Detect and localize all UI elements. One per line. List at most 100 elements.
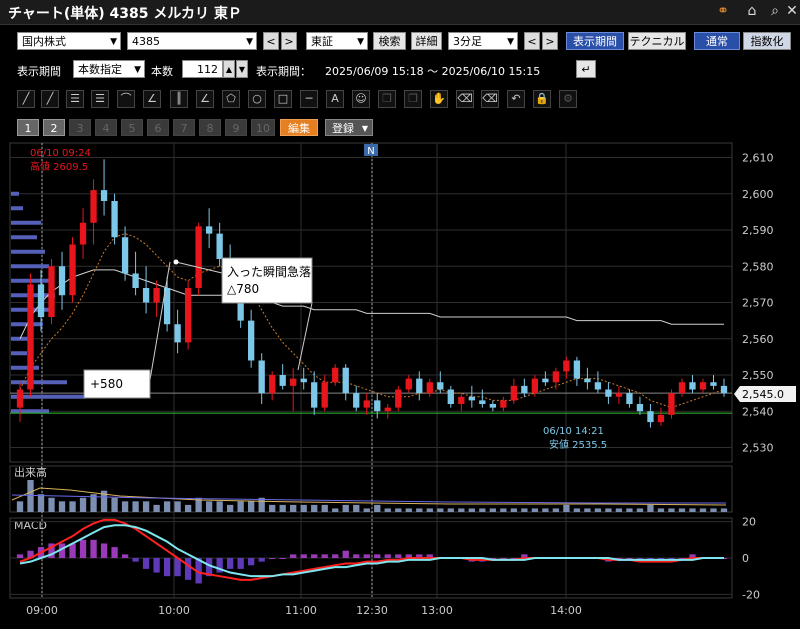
pentagon-tool-icon[interactable]: ⬠ <box>222 90 240 108</box>
candle-body <box>384 407 391 412</box>
candle-body <box>374 400 381 412</box>
prev-interval-button[interactable]: < <box>524 32 540 50</box>
eraser-tool-icon[interactable]: ⌫ <box>456 90 474 108</box>
macd-histogram-bar <box>416 554 423 558</box>
volume-bar <box>184 504 192 512</box>
candle-body <box>27 284 34 390</box>
index-button[interactable]: 指数化 <box>743 32 791 50</box>
volume-bar <box>353 504 360 512</box>
mode-select[interactable]: 本数指定 ▼ <box>73 60 145 78</box>
page-4-button[interactable]: 4 <box>95 119 117 136</box>
undo-tool-icon[interactable]: ↶ <box>507 90 525 108</box>
volume-bar <box>447 508 454 512</box>
page-5-button[interactable]: 5 <box>121 119 143 136</box>
prev-code-button[interactable]: < <box>263 32 279 50</box>
count-stepper-down[interactable]: ▼ <box>236 60 248 78</box>
icon-tool-icon[interactable]: ☺ <box>352 90 370 108</box>
news-marker-label: N <box>367 146 374 157</box>
macd-histogram-bar <box>552 558 560 559</box>
macd-histogram-bar <box>16 554 24 558</box>
macd-histogram-bar <box>426 554 433 558</box>
candle-body <box>237 291 244 321</box>
macd-histogram-bar <box>258 558 265 562</box>
page-7-button[interactable]: 7 <box>173 119 195 136</box>
candle-body <box>395 389 402 408</box>
hline-tool-icon[interactable]: ─ <box>300 90 318 108</box>
macd-y-tick-label: -20 <box>742 588 760 601</box>
y-tick-label: 2,600 <box>742 188 774 201</box>
volume-profile-bar <box>11 293 55 298</box>
page-1-button[interactable]: 1 <box>17 119 39 136</box>
macd-line <box>19 518 724 581</box>
volume-bar <box>699 508 707 512</box>
normal-button[interactable]: 通常 <box>694 32 740 50</box>
hlines-tool-icon[interactable]: ☰ <box>66 90 84 108</box>
macd-histogram-bar <box>384 554 391 558</box>
volume-bar <box>332 508 339 512</box>
paste-tool-icon[interactable]: ❐ <box>404 90 422 108</box>
page-10-button[interactable]: 10 <box>251 119 275 136</box>
reset-icon[interactable]: ↵ <box>576 60 596 78</box>
copy-tool-icon[interactable]: ❐ <box>378 90 396 108</box>
search-button[interactable]: 検索 <box>373 32 406 50</box>
volume-profile-bar <box>11 220 41 225</box>
market-select[interactable]: 国内株式 ▼ <box>17 32 121 50</box>
lock-tool-icon[interactable]: 🔒 <box>533 90 551 108</box>
angle-tool-icon[interactable]: ∠ <box>196 90 214 108</box>
line-tool-icon[interactable]: ╱ <box>17 90 35 108</box>
volume-bar <box>153 504 160 512</box>
page-2-button[interactable]: 2 <box>43 119 65 136</box>
candle-body <box>279 375 286 386</box>
page-6-button[interactable]: 6 <box>147 119 169 136</box>
candle-body <box>174 324 181 343</box>
volume-bar <box>710 508 717 512</box>
home-icon[interactable]: ⌂ <box>743 2 761 20</box>
volume-profile-bar <box>11 235 37 240</box>
macd-histogram-bar <box>321 554 328 558</box>
macd-histogram-bar <box>27 550 34 558</box>
page-8-button[interactable]: 8 <box>199 119 221 136</box>
volume-profile-bar <box>11 191 19 196</box>
volume-ma-line <box>11 487 727 506</box>
period-button[interactable]: 表示期間 <box>566 32 624 50</box>
count-stepper-up[interactable]: ▲ <box>223 60 235 78</box>
register-button[interactable]: 登録 ▼ <box>325 119 373 136</box>
y-tick-label: 2,610 <box>742 152 774 165</box>
page-9-button[interactable]: 9 <box>225 119 247 136</box>
rect-tool-icon[interactable]: □ <box>274 90 292 108</box>
ruler-tool-icon[interactable]: ╱ <box>41 90 59 108</box>
volume-profile-bar <box>11 336 33 341</box>
close-icon[interactable]: ✕ <box>783 2 800 20</box>
candle-body <box>332 367 339 383</box>
annotation-leader <box>297 302 313 371</box>
exchange-select[interactable]: 東証 ▼ <box>306 32 368 50</box>
arc-tool-icon[interactable]: ⌒ <box>117 90 135 108</box>
settings-tool-icon[interactable]: ⚙ <box>559 90 577 108</box>
eraser-all-tool-icon[interactable]: ⌫ <box>481 90 499 108</box>
fib-tool-icon[interactable]: ☰ <box>91 90 109 108</box>
next-code-button[interactable]: > <box>281 32 297 50</box>
candle-body <box>90 190 97 223</box>
search-icon[interactable]: ⌕ <box>766 2 784 20</box>
macd-y-tick-label: 0 <box>742 552 749 565</box>
volume-bar <box>542 508 549 512</box>
link-icon[interactable]: ⚭ <box>714 2 732 20</box>
code-select[interactable]: 4385 ▼ <box>127 32 257 50</box>
circle-tool-icon[interactable]: ○ <box>248 90 266 108</box>
text-tool-icon[interactable]: A <box>326 90 344 108</box>
candle-body <box>510 385 518 401</box>
macd-histogram-bar <box>58 543 66 558</box>
vlines-tool-icon[interactable]: ║ <box>170 90 188 108</box>
next-interval-button[interactable]: > <box>542 32 558 50</box>
fan-tool-icon[interactable]: ∠ <box>143 90 161 108</box>
count-input[interactable]: 112 <box>182 60 223 78</box>
technical-button[interactable]: テクニカル <box>628 32 686 50</box>
detail-button[interactable]: 詳細 <box>411 32 442 50</box>
volume-panel <box>9 465 733 513</box>
page-3-button[interactable]: 3 <box>69 119 91 136</box>
hand-tool-icon[interactable]: ✋ <box>430 90 448 108</box>
edit-button[interactable]: 編集 <box>280 119 318 136</box>
volume-bar <box>174 501 181 512</box>
chevron-down-icon: ▼ <box>134 65 141 75</box>
interval-select[interactable]: 3分足 ▼ <box>448 32 518 50</box>
